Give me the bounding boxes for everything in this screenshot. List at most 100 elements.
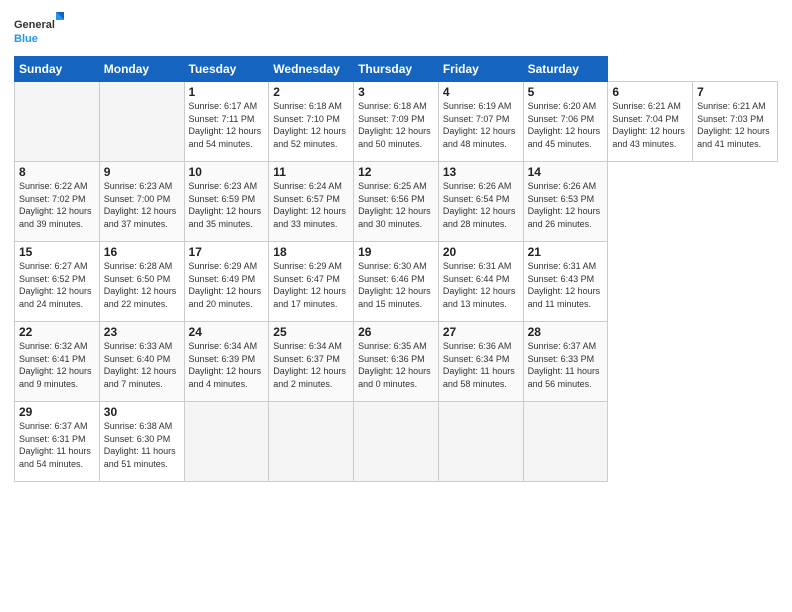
day-info: Sunrise: 6:38 AM Sunset: 6:30 PM Dayligh… [104, 420, 180, 470]
day-number: 5 [528, 85, 604, 99]
day-info: Sunrise: 6:31 AM Sunset: 6:44 PM Dayligh… [443, 260, 519, 310]
day-cell-14: 14Sunrise: 6:26 AM Sunset: 6:53 PM Dayli… [523, 162, 608, 242]
header: General Blue [14, 10, 778, 50]
day-info: Sunrise: 6:32 AM Sunset: 6:41 PM Dayligh… [19, 340, 95, 390]
day-cell-30: 30Sunrise: 6:38 AM Sunset: 6:30 PM Dayli… [99, 402, 184, 482]
weekday-monday: Monday [99, 57, 184, 82]
day-cell-20: 20Sunrise: 6:31 AM Sunset: 6:44 PM Dayli… [438, 242, 523, 322]
day-info: Sunrise: 6:31 AM Sunset: 6:43 PM Dayligh… [528, 260, 604, 310]
day-number: 6 [612, 85, 688, 99]
day-info: Sunrise: 6:17 AM Sunset: 7:11 PM Dayligh… [189, 100, 265, 150]
page: General Blue SundayMondayTuesdayWednesda… [0, 0, 792, 612]
empty-cell [15, 82, 100, 162]
empty-cell [354, 402, 439, 482]
day-number: 11 [273, 165, 349, 179]
logo-svg: General Blue [14, 10, 64, 50]
day-number: 7 [697, 85, 773, 99]
weekday-thursday: Thursday [354, 57, 439, 82]
day-number: 28 [528, 325, 604, 339]
day-number: 12 [358, 165, 434, 179]
week-row-3: 22Sunrise: 6:32 AM Sunset: 6:41 PM Dayli… [15, 322, 778, 402]
day-number: 26 [358, 325, 434, 339]
empty-cell [269, 402, 354, 482]
day-cell-5: 5Sunrise: 6:20 AM Sunset: 7:06 PM Daylig… [523, 82, 608, 162]
day-cell-28: 28Sunrise: 6:37 AM Sunset: 6:33 PM Dayli… [523, 322, 608, 402]
day-number: 3 [358, 85, 434, 99]
day-cell-6: 6Sunrise: 6:21 AM Sunset: 7:04 PM Daylig… [608, 82, 693, 162]
day-number: 23 [104, 325, 180, 339]
calendar: SundayMondayTuesdayWednesdayThursdayFrid… [14, 56, 778, 482]
day-cell-17: 17Sunrise: 6:29 AM Sunset: 6:49 PM Dayli… [184, 242, 269, 322]
weekday-header-row: SundayMondayTuesdayWednesdayThursdayFrid… [15, 57, 778, 82]
logo: General Blue [14, 10, 64, 50]
empty-cell [438, 402, 523, 482]
day-info: Sunrise: 6:35 AM Sunset: 6:36 PM Dayligh… [358, 340, 434, 390]
day-number: 4 [443, 85, 519, 99]
day-info: Sunrise: 6:29 AM Sunset: 6:47 PM Dayligh… [273, 260, 349, 310]
day-number: 10 [189, 165, 265, 179]
day-cell-13: 13Sunrise: 6:26 AM Sunset: 6:54 PM Dayli… [438, 162, 523, 242]
empty-cell [99, 82, 184, 162]
day-number: 20 [443, 245, 519, 259]
day-number: 24 [189, 325, 265, 339]
empty-cell [523, 402, 608, 482]
day-cell-12: 12Sunrise: 6:25 AM Sunset: 6:56 PM Dayli… [354, 162, 439, 242]
day-info: Sunrise: 6:30 AM Sunset: 6:46 PM Dayligh… [358, 260, 434, 310]
day-cell-15: 15Sunrise: 6:27 AM Sunset: 6:52 PM Dayli… [15, 242, 100, 322]
day-cell-7: 7Sunrise: 6:21 AM Sunset: 7:03 PM Daylig… [693, 82, 778, 162]
day-info: Sunrise: 6:36 AM Sunset: 6:34 PM Dayligh… [443, 340, 519, 390]
day-number: 27 [443, 325, 519, 339]
day-cell-27: 27Sunrise: 6:36 AM Sunset: 6:34 PM Dayli… [438, 322, 523, 402]
day-number: 25 [273, 325, 349, 339]
svg-text:Blue: Blue [14, 33, 38, 45]
weekday-saturday: Saturday [523, 57, 608, 82]
week-row-0: 1Sunrise: 6:17 AM Sunset: 7:11 PM Daylig… [15, 82, 778, 162]
day-cell-2: 2Sunrise: 6:18 AM Sunset: 7:10 PM Daylig… [269, 82, 354, 162]
day-info: Sunrise: 6:29 AM Sunset: 6:49 PM Dayligh… [189, 260, 265, 310]
weekday-tuesday: Tuesday [184, 57, 269, 82]
day-info: Sunrise: 6:18 AM Sunset: 7:09 PM Dayligh… [358, 100, 434, 150]
day-info: Sunrise: 6:18 AM Sunset: 7:10 PM Dayligh… [273, 100, 349, 150]
day-number: 15 [19, 245, 95, 259]
day-cell-21: 21Sunrise: 6:31 AM Sunset: 6:43 PM Dayli… [523, 242, 608, 322]
day-cell-10: 10Sunrise: 6:23 AM Sunset: 6:59 PM Dayli… [184, 162, 269, 242]
day-cell-26: 26Sunrise: 6:35 AM Sunset: 6:36 PM Dayli… [354, 322, 439, 402]
day-info: Sunrise: 6:26 AM Sunset: 6:54 PM Dayligh… [443, 180, 519, 230]
day-info: Sunrise: 6:34 AM Sunset: 6:37 PM Dayligh… [273, 340, 349, 390]
day-number: 30 [104, 405, 180, 419]
day-number: 8 [19, 165, 95, 179]
day-number: 16 [104, 245, 180, 259]
day-cell-29: 29Sunrise: 6:37 AM Sunset: 6:31 PM Dayli… [15, 402, 100, 482]
day-info: Sunrise: 6:33 AM Sunset: 6:40 PM Dayligh… [104, 340, 180, 390]
day-info: Sunrise: 6:23 AM Sunset: 7:00 PM Dayligh… [104, 180, 180, 230]
day-number: 17 [189, 245, 265, 259]
day-cell-3: 3Sunrise: 6:18 AM Sunset: 7:09 PM Daylig… [354, 82, 439, 162]
weekday-friday: Friday [438, 57, 523, 82]
day-number: 9 [104, 165, 180, 179]
day-info: Sunrise: 6:28 AM Sunset: 6:50 PM Dayligh… [104, 260, 180, 310]
week-row-1: 8Sunrise: 6:22 AM Sunset: 7:02 PM Daylig… [15, 162, 778, 242]
day-cell-24: 24Sunrise: 6:34 AM Sunset: 6:39 PM Dayli… [184, 322, 269, 402]
day-info: Sunrise: 6:24 AM Sunset: 6:57 PM Dayligh… [273, 180, 349, 230]
day-cell-9: 9Sunrise: 6:23 AM Sunset: 7:00 PM Daylig… [99, 162, 184, 242]
day-info: Sunrise: 6:21 AM Sunset: 7:04 PM Dayligh… [612, 100, 688, 150]
day-info: Sunrise: 6:21 AM Sunset: 7:03 PM Dayligh… [697, 100, 773, 150]
week-row-4: 29Sunrise: 6:37 AM Sunset: 6:31 PM Dayli… [15, 402, 778, 482]
day-info: Sunrise: 6:22 AM Sunset: 7:02 PM Dayligh… [19, 180, 95, 230]
day-cell-8: 8Sunrise: 6:22 AM Sunset: 7:02 PM Daylig… [15, 162, 100, 242]
day-number: 1 [189, 85, 265, 99]
day-info: Sunrise: 6:37 AM Sunset: 6:33 PM Dayligh… [528, 340, 604, 390]
day-cell-19: 19Sunrise: 6:30 AM Sunset: 6:46 PM Dayli… [354, 242, 439, 322]
day-number: 18 [273, 245, 349, 259]
day-cell-18: 18Sunrise: 6:29 AM Sunset: 6:47 PM Dayli… [269, 242, 354, 322]
day-number: 21 [528, 245, 604, 259]
empty-cell [184, 402, 269, 482]
day-number: 2 [273, 85, 349, 99]
day-cell-25: 25Sunrise: 6:34 AM Sunset: 6:37 PM Dayli… [269, 322, 354, 402]
day-number: 13 [443, 165, 519, 179]
day-info: Sunrise: 6:23 AM Sunset: 6:59 PM Dayligh… [189, 180, 265, 230]
day-cell-22: 22Sunrise: 6:32 AM Sunset: 6:41 PM Dayli… [15, 322, 100, 402]
day-number: 22 [19, 325, 95, 339]
week-row-2: 15Sunrise: 6:27 AM Sunset: 6:52 PM Dayli… [15, 242, 778, 322]
day-info: Sunrise: 6:19 AM Sunset: 7:07 PM Dayligh… [443, 100, 519, 150]
